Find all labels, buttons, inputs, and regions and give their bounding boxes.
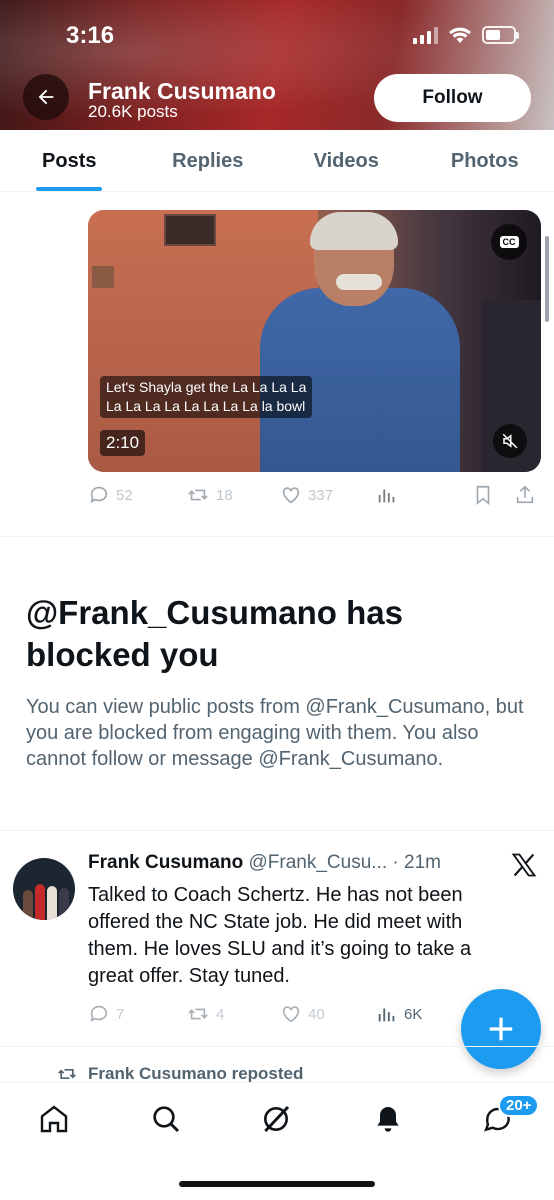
repost-notice-text: Frank Cusumano reposted: [88, 1064, 304, 1083]
like-count: 337: [308, 486, 334, 504]
avatar[interactable]: [13, 858, 75, 920]
tab-videos[interactable]: Videos: [277, 130, 416, 191]
profile-post-count: 20.6K posts: [88, 102, 178, 121]
compose-post-button[interactable]: [461, 989, 541, 1069]
repost-button[interactable]: 18: [186, 484, 233, 506]
home-indicator[interactable]: [179, 1181, 375, 1187]
reply-count: 52: [116, 486, 133, 504]
scrollbar[interactable]: [545, 236, 549, 322]
divider: [0, 536, 554, 537]
views-button[interactable]: [376, 484, 398, 506]
reply-icon: [90, 1005, 108, 1022]
repost-button[interactable]: 4: [186, 1003, 224, 1025]
like-count: 40: [308, 1005, 325, 1023]
battery-icon: [482, 26, 519, 44]
closed-captions-button[interactable]: CC: [491, 224, 527, 260]
repost-notice: Frank Cusumano reposted: [56, 1064, 303, 1084]
repost-icon: [188, 489, 208, 501]
tweet-actions: 7 4 40 6K: [88, 1003, 448, 1027]
tweet-author-name[interactable]: Frank Cusumano: [88, 852, 243, 873]
tab-photos[interactable]: Photos: [416, 130, 554, 191]
bell-icon: [377, 1107, 399, 1132]
cellular-signal-icon: [413, 26, 438, 44]
reply-icon: [90, 486, 108, 503]
bar-chart-icon: [378, 1008, 395, 1022]
video-post-actions: 52 18 337: [88, 484, 541, 508]
share-icon: [516, 485, 534, 504]
repost-icon: [58, 1069, 76, 1079]
arrow-left-icon: [38, 89, 54, 105]
search-icon: [153, 1106, 180, 1133]
tweet-author-handle[interactable]: @Frank_Cusu...: [248, 852, 387, 873]
speaker-muted-icon: [502, 433, 518, 449]
reply-button[interactable]: 7: [88, 1003, 124, 1025]
nav-grok[interactable]: [258, 1101, 294, 1137]
nav-notifications[interactable]: [370, 1101, 406, 1137]
video-caption: Let's Shayla get the La La La La La La L…: [100, 376, 313, 418]
notification-badge: 20+: [498, 1094, 540, 1117]
status-icons: [413, 26, 519, 44]
video-frame-window: [164, 214, 216, 246]
divider: [0, 1046, 554, 1047]
bar-chart-icon: [378, 489, 395, 503]
profile-header-banner: 3:16 Frank Cusumano 20.6K posts Follow: [0, 0, 554, 130]
heart-icon: [282, 1006, 300, 1023]
x-logo-icon: [511, 853, 537, 877]
cc-icon: CC: [499, 236, 519, 248]
bookmark-button[interactable]: [472, 484, 494, 506]
repost-count: 4: [216, 1005, 225, 1023]
like-button[interactable]: 40: [280, 1003, 325, 1025]
video-player[interactable]: CC Let's Shayla get the La La La La La L…: [88, 210, 541, 472]
video-caption-line: La La La La La La La La la bowl: [106, 398, 306, 414]
tab-posts[interactable]: Posts: [0, 130, 139, 191]
tweet-timestamp: · 21m: [392, 852, 441, 873]
like-button[interactable]: 337: [280, 484, 333, 506]
mute-button[interactable]: [493, 424, 527, 458]
blocked-notice-title: @Frank_Cusumano has blocked you: [26, 594, 403, 673]
status-bar: 3:16: [0, 0, 554, 72]
tweet-text: Talked to Coach Schertz. He has not been…: [88, 884, 472, 987]
back-button[interactable]: [23, 74, 69, 120]
video-frame-window: [92, 266, 114, 288]
repost-count: 18: [216, 486, 233, 504]
grok-icon: [264, 1105, 290, 1133]
repost-icon: [188, 1008, 208, 1020]
avatar-photo-figure: [35, 884, 45, 920]
status-time: 3:16: [66, 22, 115, 49]
divider: [0, 830, 554, 831]
profile-tabs: Posts Replies Videos Photos: [0, 130, 554, 192]
avatar-photo-figure: [23, 890, 33, 920]
share-button[interactable]: [514, 484, 536, 506]
wifi-icon: [449, 27, 471, 43]
heart-icon: [282, 487, 300, 504]
avatar-photo-figure: [47, 886, 57, 920]
follow-button[interactable]: Follow: [374, 74, 531, 122]
tab-replies[interactable]: Replies: [139, 130, 278, 191]
tweet-header: Frank Cusumano @Frank_Cusu... · 21m: [88, 852, 441, 874]
video-caption-line: Let's Shayla get the La La La La: [106, 379, 307, 395]
avatar-photo-figure: [59, 888, 69, 920]
profile-name: Frank Cusumano: [88, 78, 276, 104]
blocked-notice-body: You can view public posts from @Frank_Cu…: [26, 696, 524, 770]
video-duration: 2:10: [100, 430, 146, 456]
reply-button[interactable]: 52: [88, 484, 133, 506]
nav-search[interactable]: [148, 1101, 184, 1137]
video-frame-person-hair: [310, 212, 398, 250]
plus-icon: [489, 1017, 513, 1041]
nav-home[interactable]: [36, 1101, 72, 1137]
home-icon: [40, 1105, 68, 1133]
views-button[interactable]: 6K: [376, 1003, 422, 1025]
reply-count: 7: [116, 1005, 125, 1023]
view-count: 6K: [404, 1005, 423, 1023]
bookmark-icon: [476, 485, 490, 506]
video-frame-person-mustache: [336, 274, 382, 290]
